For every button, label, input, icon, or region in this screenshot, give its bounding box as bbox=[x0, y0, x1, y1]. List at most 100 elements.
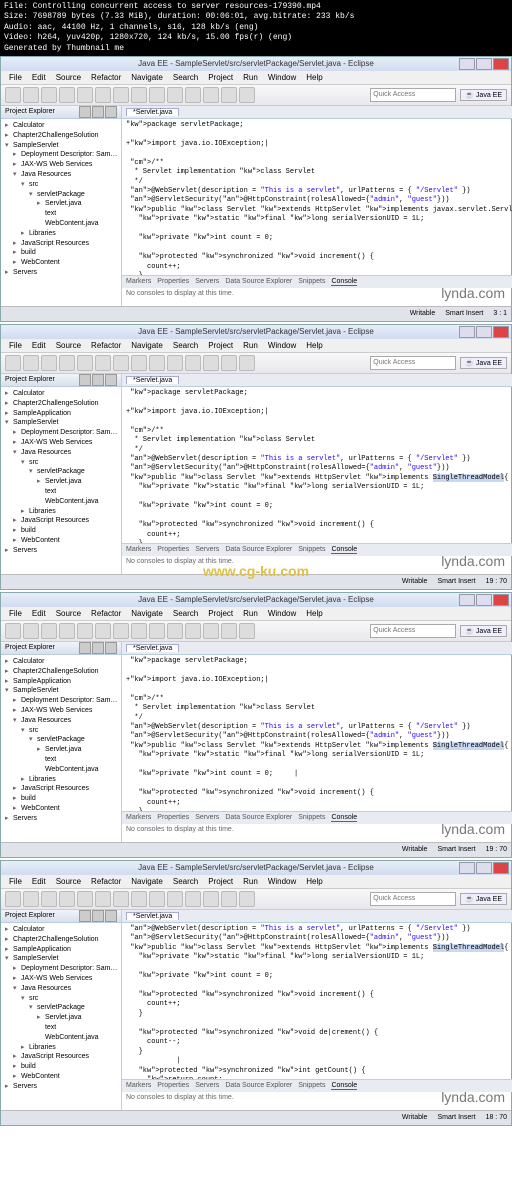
maximize-button[interactable] bbox=[476, 594, 492, 606]
tree-item[interactable]: ▸ JavaScript Resources bbox=[3, 784, 119, 794]
menu-window[interactable]: Window bbox=[264, 340, 300, 351]
toolbar-button[interactable] bbox=[167, 87, 183, 103]
minimize-button[interactable] bbox=[459, 58, 475, 70]
toolbar-button[interactable] bbox=[239, 623, 255, 639]
menu-search[interactable]: Search bbox=[169, 340, 202, 351]
tree-item[interactable]: ▾ SampleServlet bbox=[3, 686, 119, 696]
bottom-tab-markers[interactable]: Markers bbox=[126, 546, 151, 553]
tree-item[interactable]: ▾ servletPackage bbox=[3, 735, 119, 745]
toolbar-button[interactable] bbox=[185, 623, 201, 639]
toolbar-button[interactable] bbox=[23, 87, 39, 103]
toolbar-button[interactable] bbox=[77, 623, 93, 639]
tree-item[interactable]: text bbox=[3, 755, 119, 765]
toolbar-button[interactable] bbox=[131, 623, 147, 639]
editor-tab-servlet[interactable]: *Servlet.java bbox=[126, 912, 179, 920]
tree-item[interactable]: ▸ JavaScript Resources bbox=[3, 239, 119, 249]
menu-project[interactable]: Project bbox=[204, 876, 237, 887]
maximize-button[interactable] bbox=[476, 326, 492, 338]
bottom-tab-servers[interactable]: Servers bbox=[195, 814, 219, 821]
code-editor[interactable]: "kw">package servletPackage; +"kw">impor… bbox=[122, 387, 512, 543]
menu-search[interactable]: Search bbox=[169, 72, 202, 83]
toolbar-button[interactable] bbox=[41, 87, 57, 103]
menu-edit[interactable]: Edit bbox=[28, 608, 50, 619]
editor-tab-servlet[interactable]: *Servlet.java bbox=[126, 376, 179, 384]
bottom-tab-console[interactable]: Console bbox=[331, 546, 357, 554]
tree-item[interactable]: ▸ Calculator bbox=[3, 121, 119, 131]
menu-run[interactable]: Run bbox=[239, 876, 262, 887]
toolbar-button[interactable] bbox=[41, 891, 57, 907]
menu-window[interactable]: Window bbox=[264, 876, 300, 887]
toolbar-button[interactable] bbox=[23, 891, 39, 907]
menu-window[interactable]: Window bbox=[264, 608, 300, 619]
tree-item[interactable]: ▸ Servers bbox=[3, 546, 119, 556]
tree-item[interactable]: ▸ Calculator bbox=[3, 925, 119, 935]
tree-item[interactable]: text bbox=[3, 487, 119, 497]
tree-item[interactable]: ▾ SampleServlet bbox=[3, 141, 119, 151]
toolbar-button[interactable] bbox=[239, 891, 255, 907]
toolbar-button[interactable] bbox=[59, 891, 75, 907]
perspective-javaee[interactable]: ☕ Java EE bbox=[460, 357, 507, 369]
toolbar-button[interactable] bbox=[95, 87, 111, 103]
toolbar-button[interactable] bbox=[239, 355, 255, 371]
menu-project[interactable]: Project bbox=[204, 340, 237, 351]
quick-access-input[interactable] bbox=[370, 892, 456, 906]
tree-item[interactable]: ▾ servletPackage bbox=[3, 190, 119, 200]
bottom-tab-console[interactable]: Console bbox=[331, 278, 357, 286]
tree-item[interactable]: ▸ Libraries bbox=[3, 229, 119, 239]
tree-item[interactable]: ▸ Chapter2ChallengeSolution bbox=[3, 131, 119, 141]
menu-source[interactable]: Source bbox=[52, 876, 85, 887]
tree-item[interactable]: ▸ build bbox=[3, 248, 119, 258]
tree-item[interactable]: WebContent.java bbox=[3, 765, 119, 775]
toolbar-button[interactable] bbox=[131, 87, 147, 103]
tree-item[interactable]: ▸ JAX-WS Web Services bbox=[3, 974, 119, 984]
toolbar-button[interactable] bbox=[203, 891, 219, 907]
tree-item[interactable]: ▸ Libraries bbox=[3, 775, 119, 785]
tree-item[interactable]: ▾ Java Resources bbox=[3, 448, 119, 458]
link-editor-icon[interactable] bbox=[92, 374, 104, 386]
toolbar-button[interactable] bbox=[131, 891, 147, 907]
tree-item[interactable]: ▸ Servlet.java bbox=[3, 1013, 119, 1023]
close-button[interactable] bbox=[493, 326, 509, 338]
tree-item[interactable]: ▸ Deployment Descriptor: SampleServlet bbox=[3, 964, 119, 974]
toolbar-button[interactable] bbox=[5, 355, 21, 371]
toolbar-button[interactable] bbox=[5, 87, 21, 103]
toolbar-button[interactable] bbox=[77, 355, 93, 371]
tree-item[interactable]: ▸ Deployment Descriptor: SampleServlet bbox=[3, 150, 119, 160]
tree-item[interactable]: ▸ Calculator bbox=[3, 657, 119, 667]
toolbar-button[interactable] bbox=[185, 87, 201, 103]
tree-item[interactable]: ▸ WebContent bbox=[3, 804, 119, 814]
collapse-all-icon[interactable] bbox=[79, 374, 91, 386]
tree-item[interactable]: ▸ Libraries bbox=[3, 507, 119, 517]
menu-run[interactable]: Run bbox=[239, 340, 262, 351]
menu-help[interactable]: Help bbox=[302, 608, 326, 619]
menu-refactor[interactable]: Refactor bbox=[87, 608, 125, 619]
toolbar-button[interactable] bbox=[41, 623, 57, 639]
quick-access-input[interactable] bbox=[370, 356, 456, 370]
menu-edit[interactable]: Edit bbox=[28, 876, 50, 887]
menu-source[interactable]: Source bbox=[52, 340, 85, 351]
menu-search[interactable]: Search bbox=[169, 876, 202, 887]
tree-item[interactable]: ▸ Libraries bbox=[3, 1043, 119, 1053]
toolbar-button[interactable] bbox=[113, 623, 129, 639]
menu-file[interactable]: File bbox=[5, 876, 26, 887]
toolbar-button[interactable] bbox=[221, 355, 237, 371]
maximize-button[interactable] bbox=[476, 58, 492, 70]
tree-item[interactable]: ▸ Calculator bbox=[3, 389, 119, 399]
tree-item[interactable]: text bbox=[3, 1023, 119, 1033]
menu-refactor[interactable]: Refactor bbox=[87, 876, 125, 887]
menu-navigate[interactable]: Navigate bbox=[127, 876, 167, 887]
tree-item[interactable]: ▾ SampleServlet bbox=[3, 954, 119, 964]
menu-source[interactable]: Source bbox=[52, 72, 85, 83]
minimize-button[interactable] bbox=[459, 862, 475, 874]
tree-item[interactable]: ▸ Servers bbox=[3, 814, 119, 824]
toolbar-button[interactable] bbox=[59, 87, 75, 103]
toolbar-button[interactable] bbox=[149, 623, 165, 639]
link-editor-icon[interactable] bbox=[92, 910, 104, 922]
bottom-tab-snippets[interactable]: Snippets bbox=[298, 1082, 325, 1089]
tree-item[interactable]: ▸ build bbox=[3, 794, 119, 804]
tree-item[interactable]: ▸ JavaScript Resources bbox=[3, 1052, 119, 1062]
tree-item[interactable]: ▾ src bbox=[3, 180, 119, 190]
menu-run[interactable]: Run bbox=[239, 608, 262, 619]
bottom-tab-properties[interactable]: Properties bbox=[157, 814, 189, 821]
toolbar-button[interactable] bbox=[203, 87, 219, 103]
